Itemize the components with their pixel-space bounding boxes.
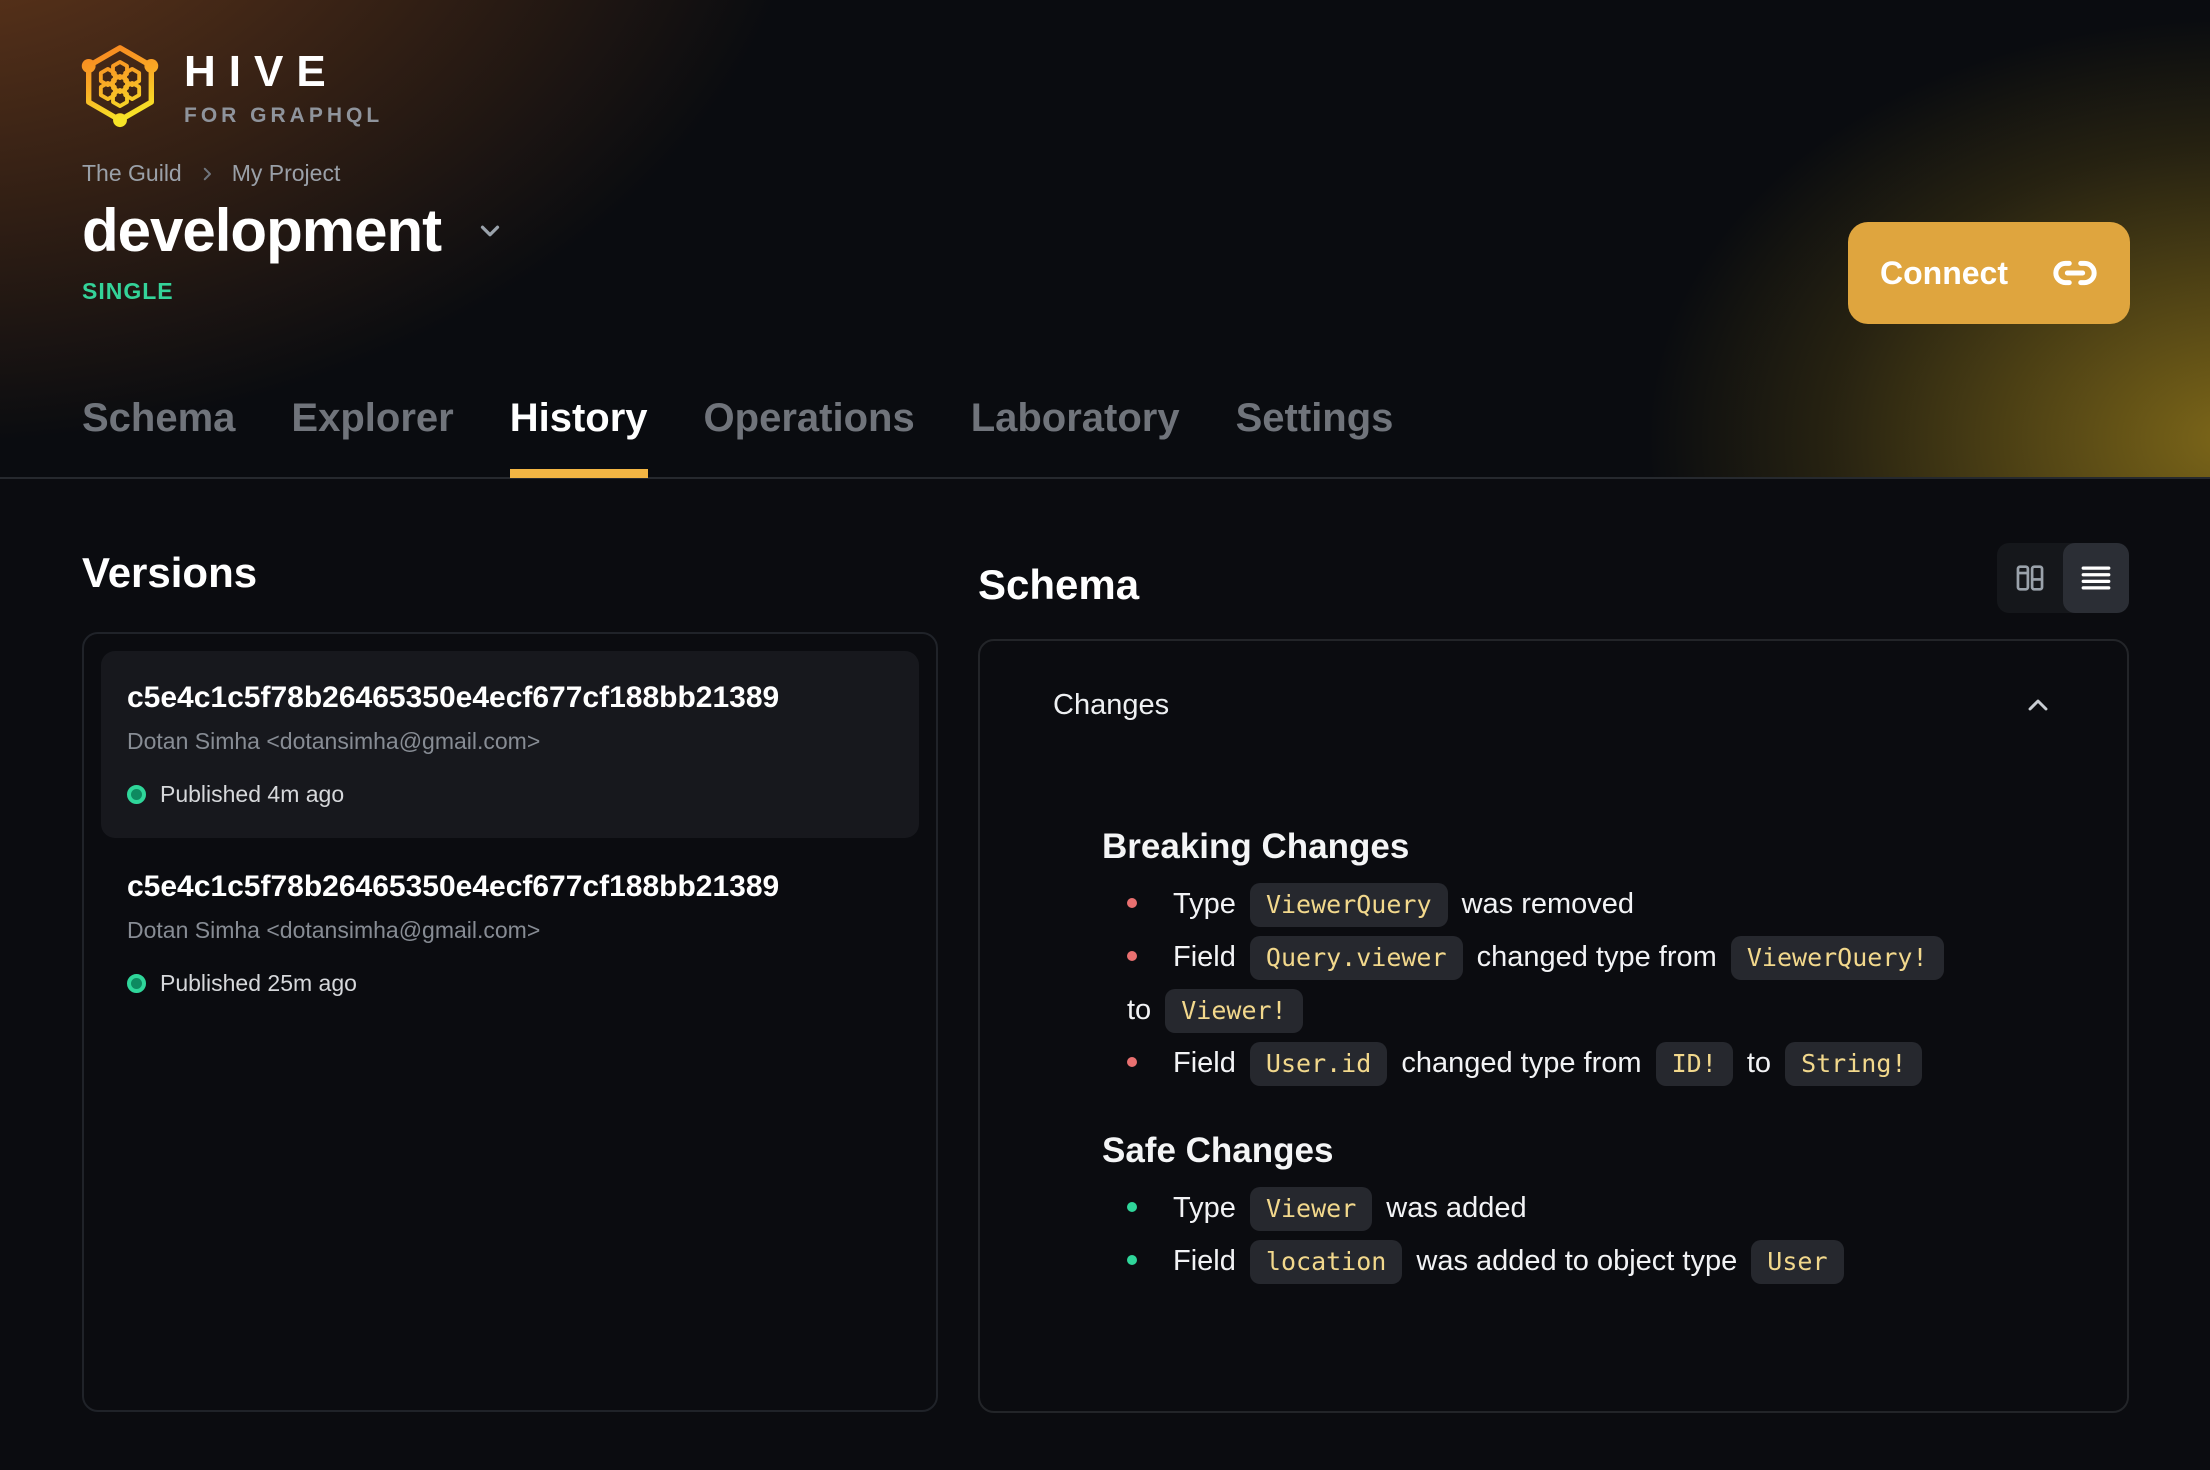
list-view-button[interactable] <box>2063 543 2129 613</box>
code-chip: ViewerQuery! <box>1730 936 1944 980</box>
target-title-row: development <box>82 196 505 265</box>
changes-title: Changes <box>1053 689 1170 721</box>
version-status-text: Published 4m ago <box>160 781 345 807</box>
brand-name: HIVE <box>184 47 339 96</box>
published-dot-icon <box>127 974 146 993</box>
change-text: was added <box>1378 1192 1527 1224</box>
version-author: Dotan Simha <dotansimha@gmail.com> <box>127 917 541 943</box>
change-text: Type <box>1173 1192 1244 1224</box>
version-item[interactable]: c5e4c1c5f78b26465350e4ecf677cf188bb21389… <box>101 840 919 1027</box>
breadcrumb: The Guild My Project <box>82 160 340 187</box>
target-selector-button[interactable] <box>475 216 505 246</box>
brand-tagline: FOR GRAPHQL <box>184 104 384 127</box>
change-item: Type Viewer was added <box>1127 1182 2054 1235</box>
breaking-bullet-icon <box>1127 1056 1137 1067</box>
chevron-down-icon <box>475 216 505 246</box>
safe-bullet-icon <box>1127 1254 1137 1265</box>
main-content: Versions c5e4c1c5f78b26465350e4ecf677cf1… <box>0 479 2210 1413</box>
code-chip: ViewerQuery <box>1249 883 1448 927</box>
change-text: changed type from <box>1393 1047 1650 1079</box>
change-text: to <box>1127 994 1160 1026</box>
version-status: Published 4m ago <box>127 781 893 808</box>
breaking-changes-group: Breaking Changes Type ViewerQuery was re… <box>1053 824 2054 1090</box>
change-item: Field User.id changed type from ID! to S… <box>1127 1037 2054 1090</box>
page-title: development <box>82 197 442 264</box>
safe-bullet-icon <box>1127 1201 1137 1212</box>
code-chip: ID! <box>1655 1042 1733 1086</box>
breaking-changes-list: Type ViewerQuery was removed Field Query.… <box>1127 878 2054 1090</box>
chevron-right-icon <box>198 165 216 183</box>
list-icon <box>2079 561 2113 595</box>
safe-changes-list: Type Viewer was added Field location was … <box>1127 1182 2054 1288</box>
tab-history[interactable]: History <box>509 396 648 478</box>
schema-section: Schema Changes Breaking Changes Type Vie… <box>978 543 2129 1413</box>
change-item: Type ViewerQuery was removed <box>1127 878 2054 931</box>
logo-text: HIVE FOR GRAPHQL <box>184 36 383 132</box>
schema-heading: Schema <box>978 561 1140 608</box>
change-text: Field <box>1173 941 1244 973</box>
hive-logo[interactable]: HIVE FOR GRAPHQL <box>80 36 383 132</box>
tab-operations[interactable]: Operations <box>704 396 915 477</box>
code-chip: Viewer! <box>1165 989 1303 1033</box>
versions-section: Versions c5e4c1c5f78b26465350e4ecf677cf1… <box>82 543 938 1413</box>
connect-button[interactable]: Connect <box>1848 222 2130 324</box>
change-item: Field location was added to object type … <box>1127 1235 2054 1288</box>
tab-bar: Schema Explorer History Operations Labor… <box>82 396 1394 478</box>
tab-explorer[interactable]: Explorer <box>291 396 453 477</box>
change-text: Type <box>1173 888 1244 920</box>
code-chip: String! <box>1785 1042 1923 1086</box>
change-text: to <box>1738 1047 1780 1079</box>
code-chip: User <box>1751 1240 1844 1284</box>
chevron-up-icon <box>2022 689 2054 721</box>
breadcrumb-org[interactable]: The Guild <box>82 160 182 187</box>
version-hash: c5e4c1c5f78b26465350e4ecf677cf188bb21389 <box>127 870 780 903</box>
changes-panel-header: Changes <box>1053 685 2054 725</box>
breadcrumb-project[interactable]: My Project <box>232 160 341 187</box>
tab-schema[interactable]: Schema <box>82 396 235 477</box>
breaking-bullet-icon <box>1127 950 1137 961</box>
columns-view-button[interactable] <box>1997 543 2063 613</box>
columns-icon <box>2013 561 2047 595</box>
change-text: was removed <box>1453 888 1635 920</box>
safe-changes-heading: Safe Changes <box>1102 1131 1334 1170</box>
safe-changes-group: Safe Changes Type Viewer was added Field … <box>1053 1128 2054 1288</box>
change-text: changed type from <box>1468 941 1725 973</box>
collapse-changes-button[interactable] <box>2022 689 2054 721</box>
versions-heading: Versions <box>82 549 258 596</box>
change-text: Field <box>1173 1245 1244 1277</box>
code-chip: Query.viewer <box>1249 936 1463 980</box>
version-hash: c5e4c1c5f78b26465350e4ecf677cf188bb21389 <box>127 681 780 714</box>
changes-panel: Changes Breaking Changes Type ViewerQuer… <box>978 639 2129 1413</box>
versions-list: c5e4c1c5f78b26465350e4ecf677cf188bb21389… <box>82 632 938 1412</box>
hive-app: HIVE FOR GRAPHQL The Guild My Project de… <box>0 0 2210 1470</box>
header: HIVE FOR GRAPHQL The Guild My Project de… <box>0 0 2210 479</box>
code-chip: Viewer <box>1249 1187 1373 1231</box>
change-item: Field Query.viewer changed type from Vie… <box>1127 931 2054 1037</box>
connect-button-label: Connect <box>1880 254 2008 291</box>
change-text: Field <box>1173 1047 1244 1079</box>
version-status-text: Published 25m ago <box>160 970 357 996</box>
code-chip: User.id <box>1249 1042 1388 1086</box>
change-text: was added to object type <box>1408 1245 1746 1277</box>
code-chip: location <box>1249 1240 1403 1284</box>
view-toggle-group <box>1997 543 2129 613</box>
link-icon <box>2052 250 2098 296</box>
schema-header-row: Schema <box>978 543 2129 615</box>
version-author: Dotan Simha <dotansimha@gmail.com> <box>127 728 541 754</box>
version-item[interactable]: c5e4c1c5f78b26465350e4ecf677cf188bb21389… <box>101 651 919 838</box>
target-mode-badge: SINGLE <box>82 278 174 304</box>
tab-settings[interactable]: Settings <box>1236 396 1394 477</box>
version-status: Published 25m ago <box>127 970 893 997</box>
breaking-bullet-icon <box>1127 897 1137 908</box>
breaking-changes-heading: Breaking Changes <box>1102 827 1410 866</box>
published-dot-icon <box>127 785 146 804</box>
hive-hexagon-icon <box>80 36 160 132</box>
tab-laboratory[interactable]: Laboratory <box>971 396 1180 477</box>
